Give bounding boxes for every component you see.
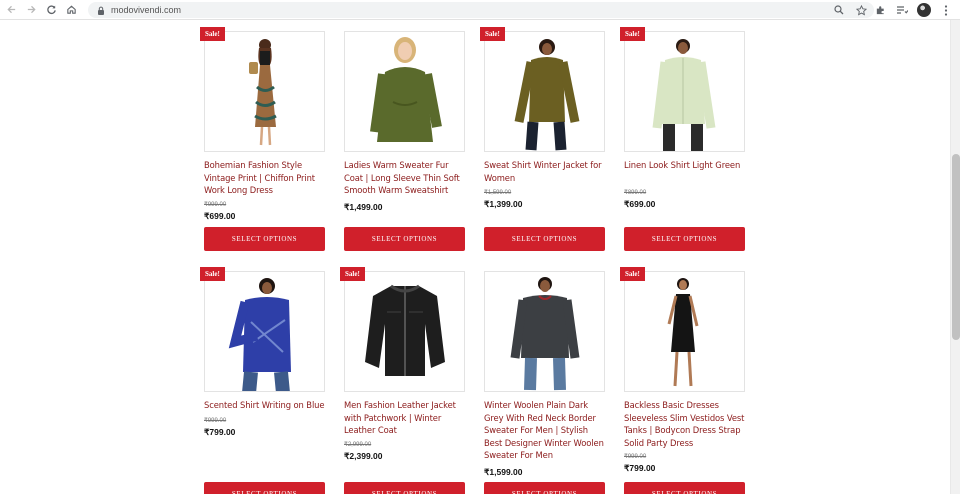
select-options-button[interactable]: Select options xyxy=(344,482,465,494)
select-options-button[interactable]: Select options xyxy=(484,227,605,251)
sale-badge: Sale! xyxy=(340,267,365,281)
product-title[interactable]: Backless Basic Dresses Sleeveless Slim V… xyxy=(624,399,745,449)
price: ₹1,599.00 xyxy=(484,467,523,477)
browser-toolbar: modovivendi.com xyxy=(0,0,960,20)
lock-icon[interactable] xyxy=(95,4,107,16)
menu-icon[interactable] xyxy=(938,2,954,18)
reading-list-icon[interactable] xyxy=(894,2,910,18)
price: ₹799.00 xyxy=(624,463,656,473)
product-title[interactable]: Winter Woolen Plain Dark Grey With Red N… xyxy=(484,399,605,462)
product-title[interactable]: Linen Look Shirt Light Green xyxy=(624,159,745,172)
product-image[interactable] xyxy=(484,31,605,152)
price: ₹799.00 xyxy=(204,427,236,437)
product-image[interactable] xyxy=(484,271,605,392)
sale-badge: Sale! xyxy=(200,267,225,281)
select-options-button[interactable]: Select options xyxy=(624,227,745,251)
forward-icon[interactable] xyxy=(22,1,40,19)
old-price: ₹899.00 xyxy=(624,190,647,196)
sale-badge: Sale! xyxy=(620,267,645,281)
url-text: modovivendi.com xyxy=(111,5,182,15)
scroll-thumb[interactable] xyxy=(952,154,960,340)
old-price: ₹2,999.00 xyxy=(344,442,372,448)
bookmark-star-icon[interactable] xyxy=(854,3,868,17)
address-bar[interactable]: modovivendi.com xyxy=(88,2,874,18)
product-title[interactable]: Sweat Shirt Winter Jacket for Women xyxy=(484,159,605,184)
sale-badge: Sale! xyxy=(480,27,505,41)
price: ₹699.00 xyxy=(624,199,656,209)
product-image[interactable] xyxy=(204,271,325,392)
select-options-button[interactable]: Select options xyxy=(344,227,465,251)
old-price: ₹1,599.00 xyxy=(484,190,512,196)
product-image[interactable] xyxy=(624,31,745,152)
product-title[interactable]: Scented Shirt Writing on Blue xyxy=(204,399,325,412)
select-options-button[interactable]: Select options xyxy=(204,482,325,494)
product-image[interactable] xyxy=(344,271,465,392)
price: ₹699.00 xyxy=(204,211,236,221)
product-title[interactable]: Men Fashion Leather Jacket with Patchwor… xyxy=(344,399,465,437)
price: ₹2,399.00 xyxy=(344,451,383,461)
price: ₹1,399.00 xyxy=(484,199,523,209)
product-image[interactable] xyxy=(624,271,745,392)
zoom-icon[interactable] xyxy=(832,3,846,17)
select-options-button[interactable]: Select options xyxy=(484,482,605,494)
sale-badge: Sale! xyxy=(620,27,645,41)
product-grid: Sale! Bohemian Fashion Style Vintage Pri… xyxy=(0,20,950,494)
avatar[interactable] xyxy=(916,2,932,18)
page-scrollbar[interactable] xyxy=(950,20,960,494)
select-options-button[interactable]: Select options xyxy=(204,227,325,251)
old-price: ₹999.00 xyxy=(624,454,647,460)
reload-icon[interactable] xyxy=(42,1,60,19)
sale-badge: Sale! xyxy=(200,27,225,41)
product-image[interactable] xyxy=(344,31,465,152)
back-icon[interactable] xyxy=(2,1,20,19)
home-icon[interactable] xyxy=(62,1,80,19)
product-title[interactable]: Ladies Warm Sweater Fur Coat | Long Slee… xyxy=(344,159,465,197)
product-title[interactable]: Bohemian Fashion Style Vintage Print | C… xyxy=(204,159,325,197)
product-image[interactable] xyxy=(204,31,325,152)
extensions-icon[interactable] xyxy=(872,2,888,18)
price: ₹1,499.00 xyxy=(344,202,383,212)
old-price: ₹999.00 xyxy=(204,418,227,424)
select-options-button[interactable]: Select options xyxy=(624,482,745,494)
old-price: ₹999.00 xyxy=(204,202,227,208)
